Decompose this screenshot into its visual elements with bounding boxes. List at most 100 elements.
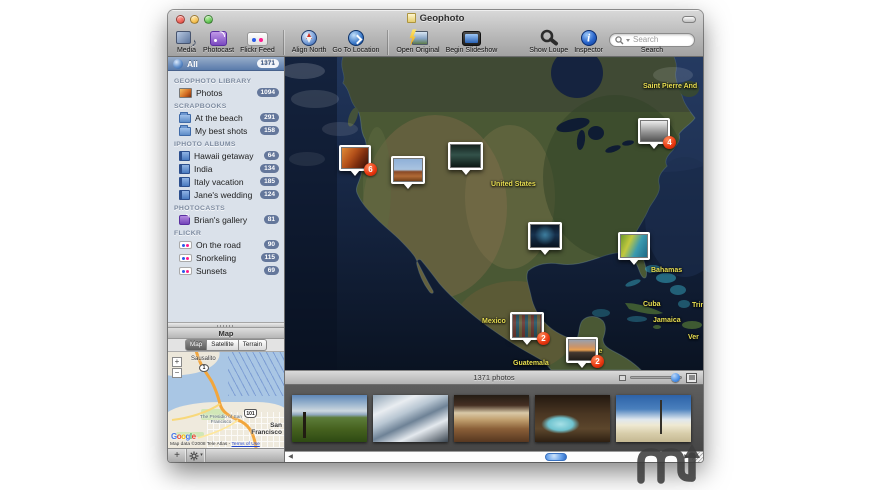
show-loupe-button[interactable]: Show Loupe	[529, 28, 568, 55]
photo-marker-guatemala[interactable]: 2	[566, 337, 604, 368]
search-menu-chevron-icon	[626, 38, 630, 42]
loupe-icon	[540, 30, 558, 46]
mini-map[interactable]: + − 1 101 Sausalito The Presidio of San …	[168, 352, 284, 448]
map-mode-terrain[interactable]: Terrain	[238, 339, 267, 351]
item-label: Brian's gallery	[194, 214, 248, 225]
sidebar-item-all[interactable]: All 1371	[168, 57, 284, 71]
window-chrome: Geophoto Media Photocast Flickr Feed Ali…	[168, 10, 703, 57]
count-badge: 291	[260, 112, 279, 123]
photo-marker-san-francisco[interactable]: 6	[339, 145, 377, 176]
photo-marker-florida[interactable]	[618, 232, 650, 265]
zoom-in-button[interactable]: +	[172, 357, 182, 367]
sidebar-item-on-the-road[interactable]: On the road 90	[168, 238, 284, 251]
window-content: All 1371 GEOPHOTO LIBRARY Photos 1094 SC…	[168, 57, 703, 462]
size-slider-track[interactable]	[630, 373, 682, 382]
album-icon	[179, 189, 190, 200]
photo-marker-rockies[interactable]	[448, 142, 483, 175]
photo-marker-monument-valley[interactable]	[391, 156, 425, 189]
map-mode-map[interactable]: Map	[185, 339, 208, 351]
go-to-location-label: Go To Location	[332, 47, 380, 55]
photo-marker-mexico-city[interactable]: 2	[510, 312, 550, 345]
label-bahamas: Bahamas	[651, 267, 683, 274]
inspector-button[interactable]: Inspector	[574, 28, 603, 55]
sidebar-item-janes-wedding[interactable]: Jane's wedding 124	[168, 188, 284, 201]
route-101-shield: 101	[244, 409, 257, 418]
sidebar-item-brians-gallery[interactable]: Brian's gallery 81	[168, 213, 284, 226]
toolbar-separator	[387, 30, 389, 55]
map-mode-satellite[interactable]: Satellite	[207, 339, 239, 351]
count-badge: 64	[263, 150, 279, 161]
thumbnail-size-slider	[619, 371, 697, 384]
folder-icon	[179, 124, 191, 136]
align-north-button[interactable]: Align North	[291, 28, 327, 55]
sidebar-item-italy-vacation[interactable]: Italy vacation 185	[168, 175, 284, 188]
flickr-feed-button[interactable]: Flickr Feed	[240, 28, 275, 55]
scrollbar-thumb[interactable]	[545, 453, 567, 461]
item-label: India	[194, 163, 213, 174]
photos-icon	[179, 87, 192, 98]
window-resize-grip[interactable]	[692, 451, 703, 462]
slideshow-screen-icon	[461, 31, 481, 47]
zoom-out-button[interactable]: −	[172, 368, 182, 378]
terms-of-use-link[interactable]: Terms of Use	[232, 442, 260, 447]
media-button[interactable]: Media	[176, 28, 197, 55]
satellite-map-view[interactable]: Saint Pierre And United States Mexico Ba…	[285, 57, 703, 370]
filmstrip-thumbnail-beach[interactable]	[616, 394, 691, 442]
sidebar-item-at-the-beach[interactable]: At the beach 291	[168, 111, 284, 124]
open-original-label: Open Original	[396, 47, 440, 55]
photocast-icon	[210, 31, 228, 47]
open-original-button[interactable]: Open Original	[396, 28, 440, 55]
filmstrip-thumbnail-rocky-shore[interactable]	[454, 394, 529, 442]
sidebar: All 1371 GEOPHOTO LIBRARY Photos 1094 SC…	[168, 57, 285, 462]
filmstrip-scrollbar[interactable]: ◀ ▶	[285, 451, 703, 462]
marker-photo	[393, 158, 423, 182]
photo-marker-south[interactable]	[528, 222, 562, 255]
count-badge: 90	[263, 239, 279, 250]
filmstrip-thumbnail-grassland[interactable]	[292, 394, 367, 442]
sidebar-item-my-best-shots[interactable]: My best shots 158	[168, 124, 284, 137]
item-label: At the beach	[195, 112, 243, 123]
search-label: Search	[640, 47, 664, 55]
large-thumbnail-icon	[686, 372, 697, 383]
sidebar-item-india[interactable]: India 134	[168, 162, 284, 175]
section-header-photocasts: PHOTOCASTS	[174, 205, 226, 212]
search-input[interactable]: Search	[609, 33, 695, 48]
add-button[interactable]: +	[168, 449, 187, 462]
pane-resize-grip[interactable]	[168, 322, 284, 328]
info-icon	[580, 30, 597, 47]
align-north-label: Align North	[291, 47, 327, 55]
filmstrip-thumbnail-lagoon[interactable]	[535, 394, 610, 442]
small-thumbnail-icon	[619, 374, 626, 381]
flickr-feed-label: Flickr Feed	[240, 47, 275, 55]
google-logo[interactable]: Google	[171, 432, 196, 441]
toolbar-toggle-pill[interactable]	[682, 16, 696, 23]
label-saint-pierre: Saint Pierre And	[643, 83, 698, 90]
photocast-icon	[179, 214, 190, 225]
photocast-button[interactable]: Photocast	[203, 28, 234, 55]
filmstrip-thumbnail-snowy-mountains[interactable]	[373, 394, 448, 442]
photo-marker-northeast[interactable]: 4	[638, 118, 676, 149]
count-badge: 115	[260, 252, 279, 263]
size-slider-knob[interactable]	[671, 373, 680, 382]
route-1-shield: 1	[199, 364, 209, 372]
title-bar[interactable]: Geophoto	[168, 13, 703, 24]
count-badge: 124	[260, 189, 279, 200]
sidebar-item-snorkeling[interactable]: Snorkeling 115	[168, 251, 284, 264]
sidebar-item-hawaii-getaway[interactable]: Hawaii getaway 64	[168, 149, 284, 162]
action-menu-button[interactable]: ▾	[187, 449, 206, 462]
label-mexico: Mexico	[482, 318, 506, 325]
sidebar-item-sunsets[interactable]: Sunsets 69	[168, 264, 284, 277]
page-background: { "window": { "title": "Geophoto" }, "to…	[0, 0, 870, 490]
sausalito-label: Sausalito	[191, 356, 216, 362]
globe-icon	[173, 58, 183, 69]
label-trinidad-fragment: Trin	[692, 302, 703, 309]
sidebar-item-photos[interactable]: Photos 1094	[168, 86, 284, 99]
search-group: Search Search	[609, 33, 695, 55]
scroll-left-arrow[interactable]: ◀	[285, 452, 296, 462]
section-header-iphoto-albums: IPHOTO ALBUMS	[174, 141, 236, 148]
scrollbar-track[interactable]	[296, 452, 681, 462]
album-icon	[179, 176, 190, 187]
scroll-right-arrow[interactable]: ▶	[681, 452, 692, 462]
go-to-location-button[interactable]: Go To Location	[332, 28, 379, 55]
begin-slideshow-button[interactable]: Begin Slideshow	[446, 28, 497, 55]
